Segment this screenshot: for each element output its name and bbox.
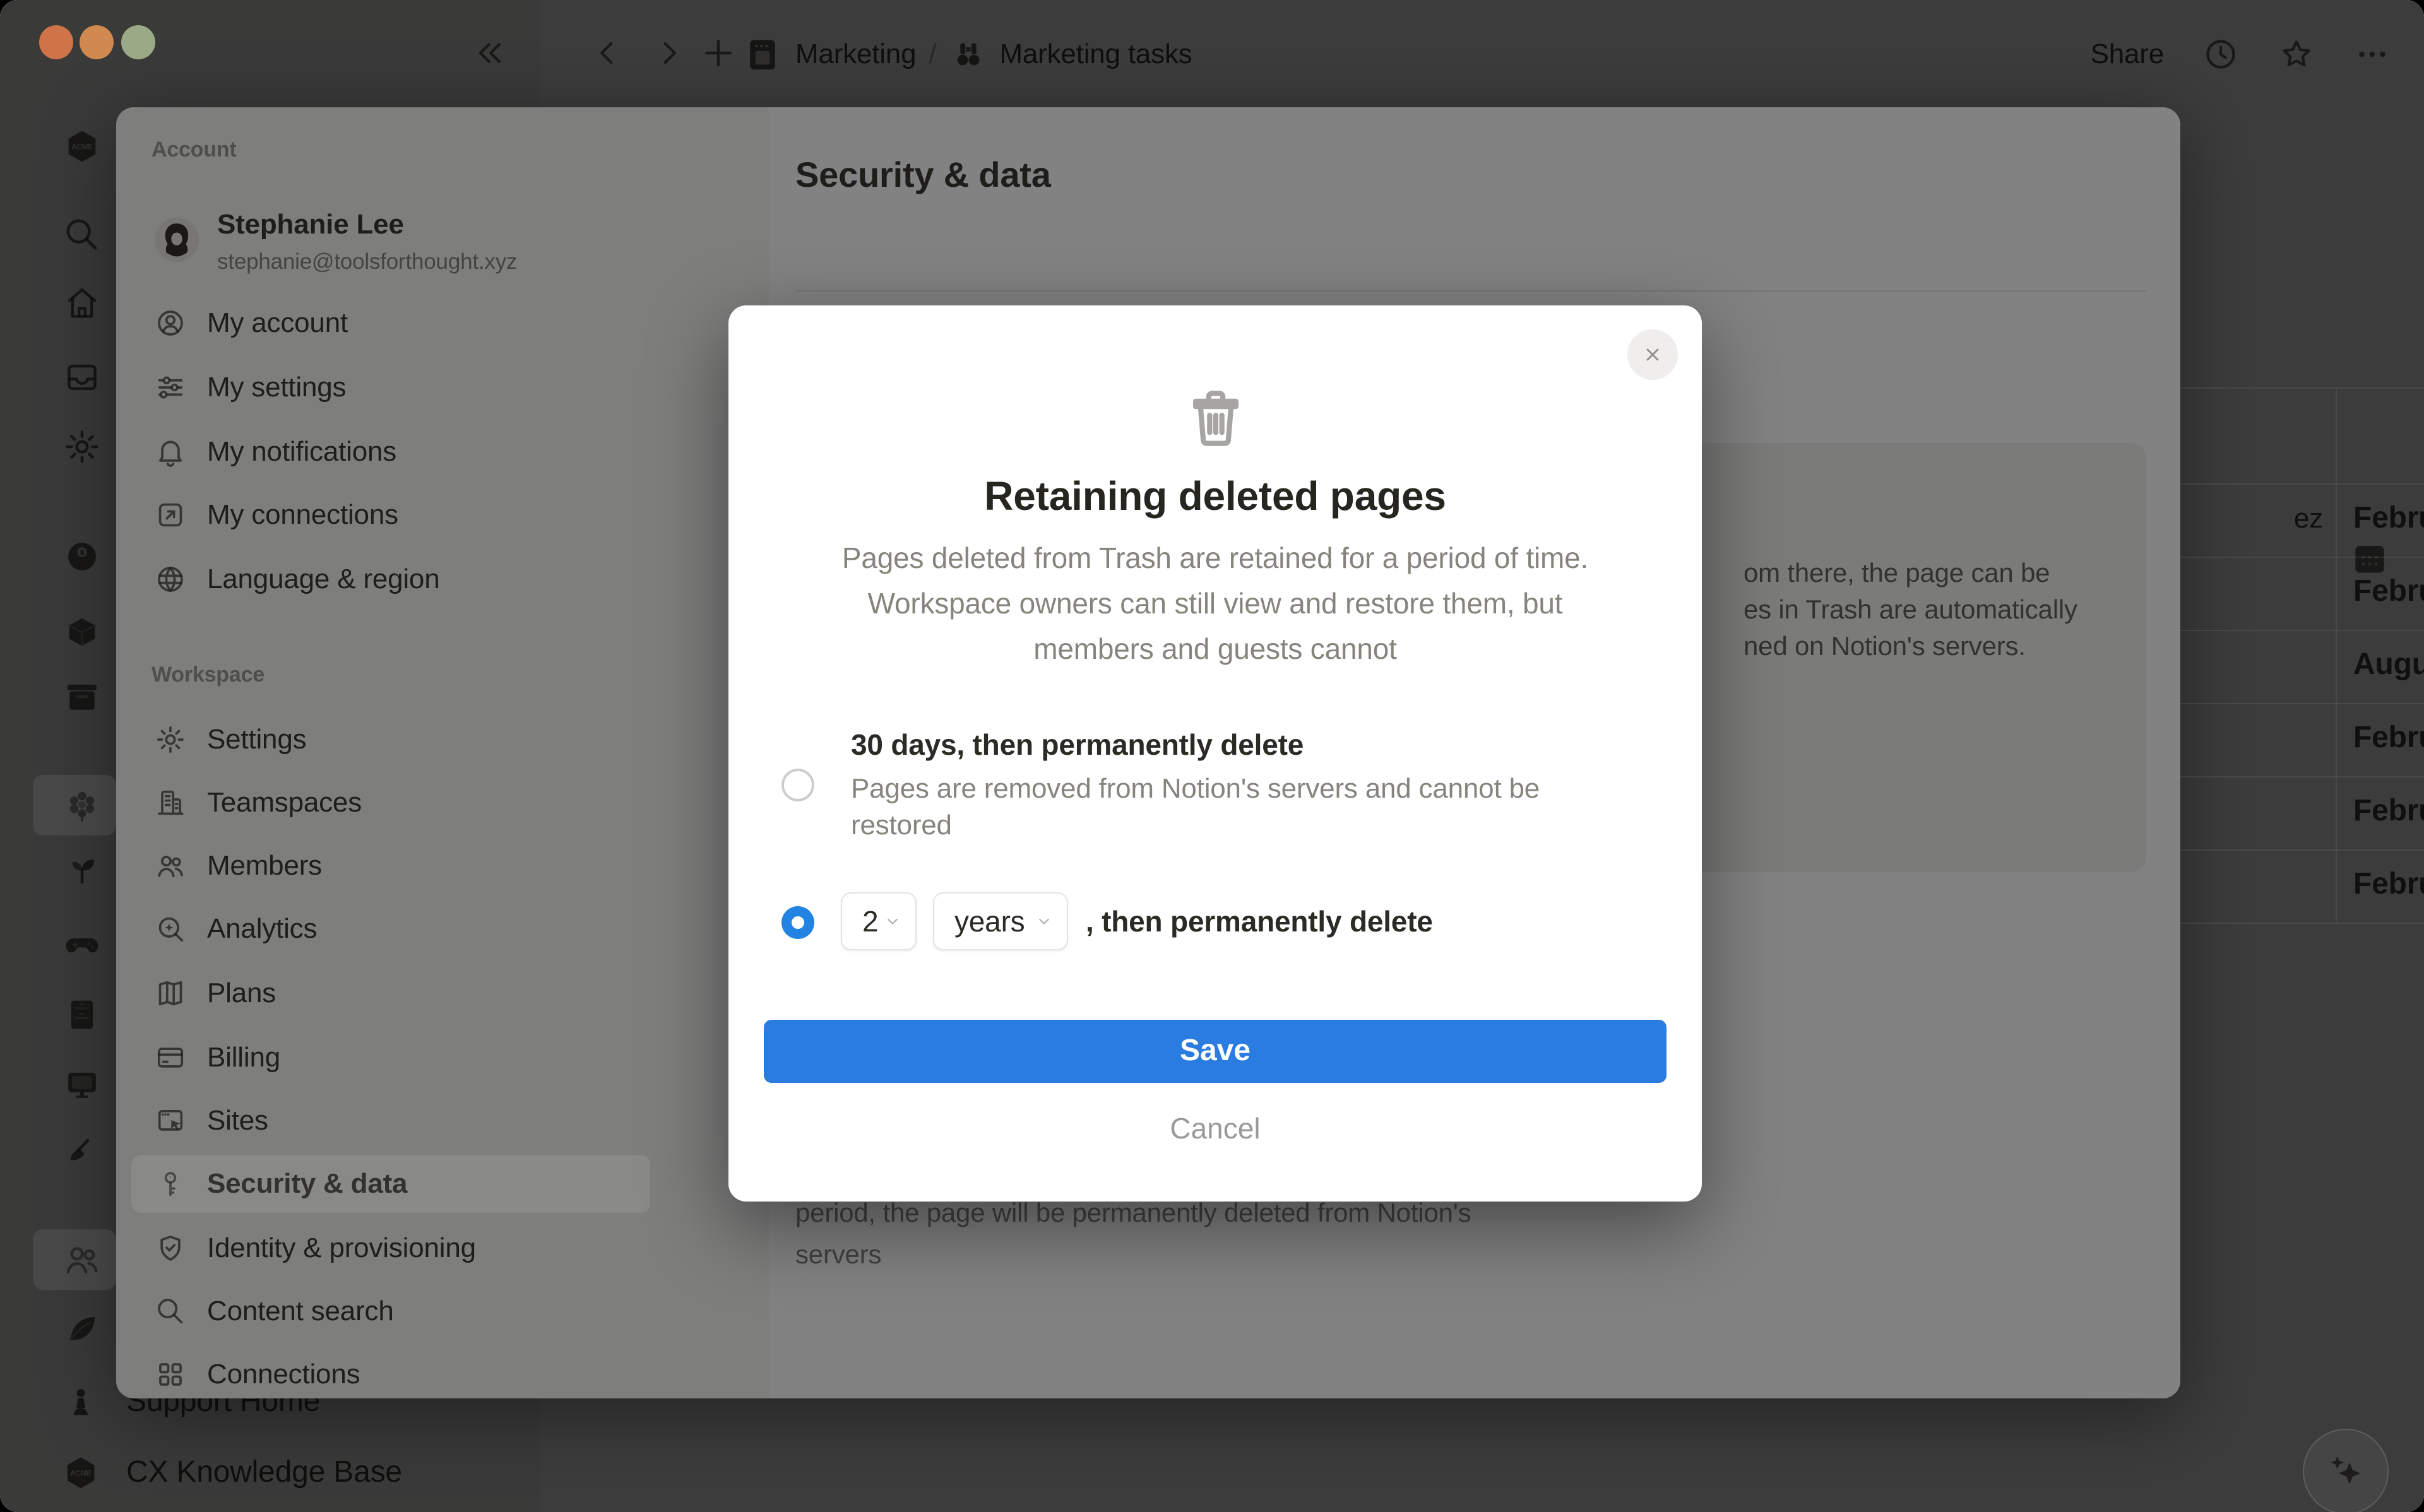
notion-ai-button[interactable] [2303, 1429, 2389, 1512]
trash-icon [1179, 381, 1252, 454]
cancel-button[interactable]: Cancel [728, 1111, 1702, 1147]
radio-custom-period[interactable] [781, 906, 814, 939]
sparkles-icon [2320, 1446, 2371, 1497]
retention-modal: Retaining deleted pages Pages deleted fr… [728, 305, 1702, 1202]
option-custom-suffix: , then permanently delete [1086, 905, 1433, 938]
close-icon [1640, 342, 1665, 367]
screen: ACME8Support HomeACMECX Knowledge Base M… [0, 0, 2424, 1512]
option-30-days-subtext: Pages are removed from Notion's servers … [851, 772, 1540, 841]
chevron-down-icon [882, 911, 903, 931]
save-button[interactable]: Save [764, 1020, 1666, 1083]
chevron-down-icon [1034, 911, 1054, 931]
app-window: ACME8Support HomeACMECX Knowledge Base M… [0, 0, 2424, 1512]
number-select[interactable]: 2 [841, 892, 917, 950]
modal-title: Retaining deleted pages [984, 473, 1446, 519]
option-30-days-label[interactable]: 30 days, then permanently delete [851, 728, 1304, 762]
radio-30-days[interactable] [781, 769, 814, 801]
unit-select-value: years [954, 904, 1025, 937]
unit-select[interactable]: years [933, 892, 1068, 950]
close-button[interactable] [1627, 329, 1678, 380]
number-select-value: 2 [862, 904, 879, 937]
modal-description: Pages deleted from Trash are retained fo… [841, 541, 1589, 665]
